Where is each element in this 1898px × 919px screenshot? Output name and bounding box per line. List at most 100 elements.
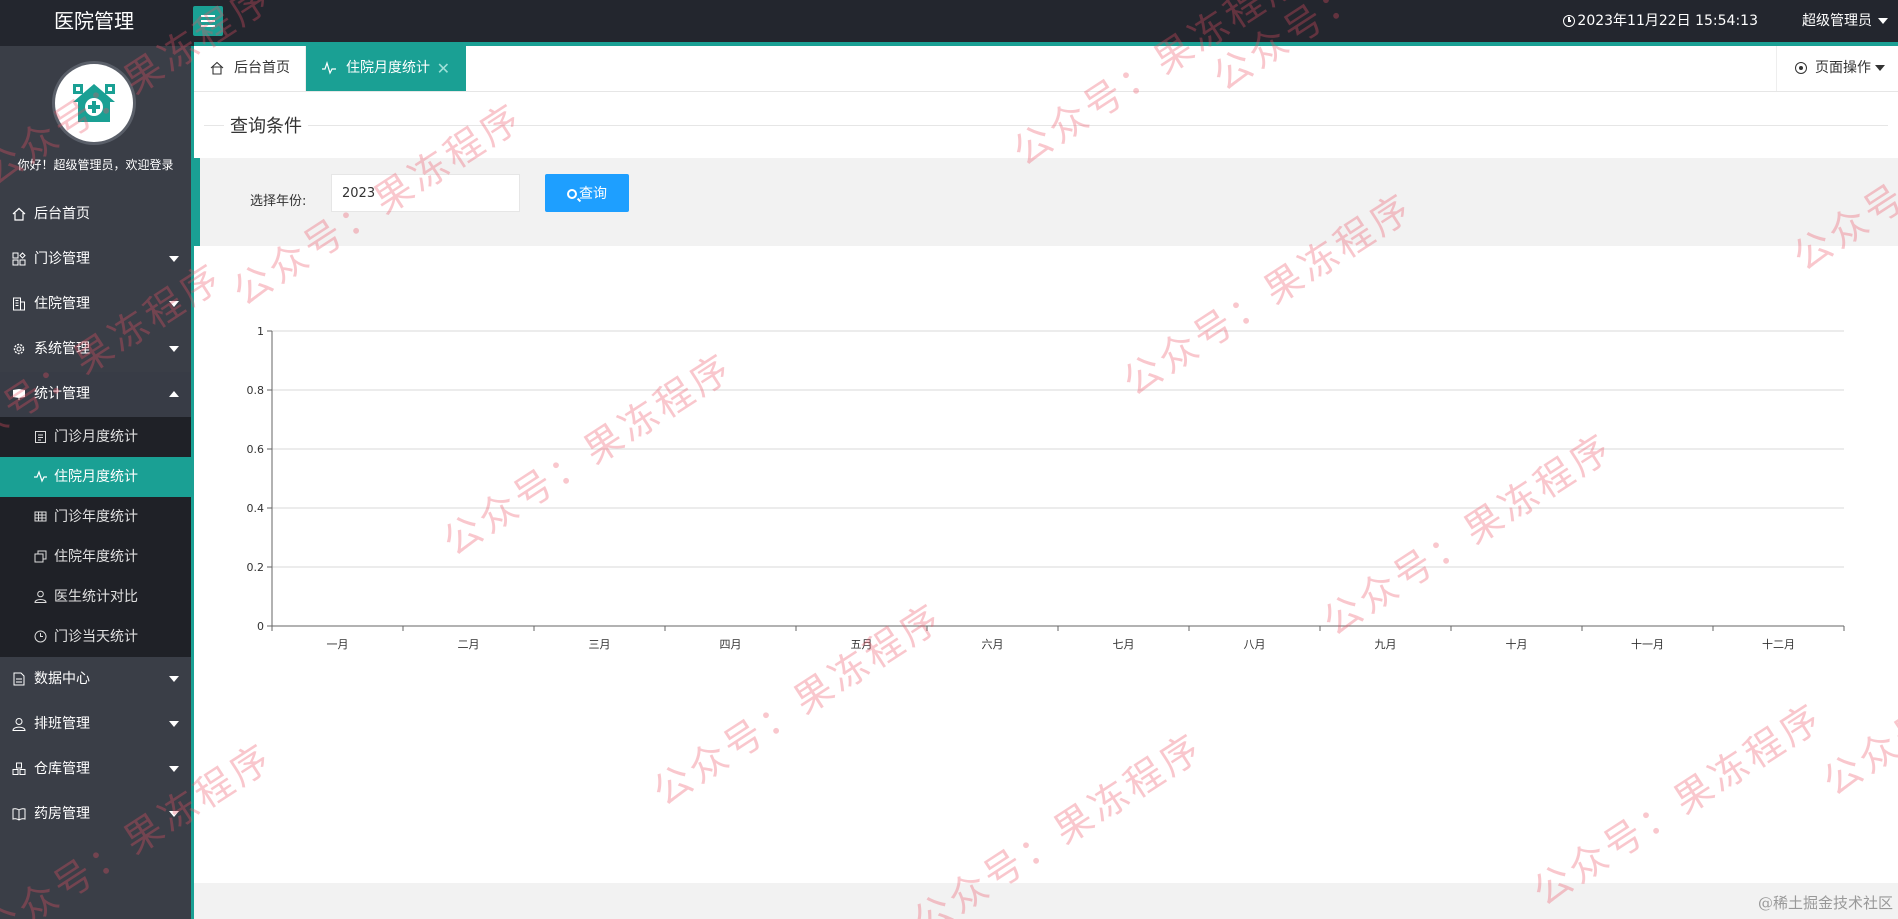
- x-tick-label: 六月: [982, 638, 1004, 651]
- x-tick-label: 八月: [1244, 638, 1266, 651]
- x-tick-label: 十一月: [1631, 637, 1664, 651]
- sidebar-item-home[interactable]: 后台首页: [0, 192, 191, 237]
- tab-inpatient-monthly[interactable]: 住院月度统计 ✕: [306, 46, 466, 91]
- clock-icon: [1563, 15, 1576, 27]
- submenu-label: 门诊月度统计: [54, 429, 138, 445]
- sidebar-item-label: 排班管理: [34, 716, 90, 732]
- sidebar-item-outpatient-yearly[interactable]: 门诊年度统计: [0, 497, 191, 537]
- sidebar-item-inpatient[interactable]: 住院管理: [0, 282, 191, 327]
- chevron-down-icon: [1875, 65, 1885, 71]
- chevron-up-icon: [169, 391, 179, 397]
- y-tick-label: 0.2: [247, 561, 265, 574]
- page-operations-menu[interactable]: 页面操作: [1776, 46, 1898, 91]
- sidebar-item-label: 系统管理: [34, 341, 90, 357]
- query-section-title: 查询条件: [224, 112, 308, 138]
- chevron-down-icon: [169, 721, 179, 727]
- x-tick-label: 十二月: [1762, 637, 1795, 651]
- sidebar-item-label: 后台首页: [34, 206, 90, 222]
- cubes-icon: [12, 762, 26, 775]
- user-icon: [34, 590, 47, 603]
- query-button[interactable]: 查询: [545, 174, 629, 212]
- chevron-down-icon: [169, 256, 179, 262]
- target-icon: [1795, 62, 1807, 74]
- pulse-icon: [34, 470, 47, 483]
- sidebar-item-outpatient[interactable]: 门诊管理: [0, 237, 191, 282]
- sidebar-item-system[interactable]: 系统管理: [0, 327, 191, 372]
- tab-bar: 后台首页 住院月度统计 ✕ 页面操作: [194, 46, 1898, 92]
- app-title: 医院管理: [54, 9, 134, 33]
- tab-home[interactable]: 后台首页: [194, 46, 306, 91]
- x-tick-label: 七月: [1113, 638, 1135, 651]
- building-icon: [13, 297, 25, 311]
- x-tick-label: 十月: [1506, 637, 1528, 651]
- welcome-text: 你好！超级管理员，欢迎登录: [17, 158, 174, 172]
- sidebar-item-data-center[interactable]: 数据中心: [0, 657, 191, 702]
- sidebar-item-statistics[interactable]: 统计管理: [0, 372, 191, 417]
- datetime-text: 2023年11月22日 15:54:13: [1577, 13, 1758, 29]
- home-icon: [12, 207, 26, 221]
- page-ops-label: 页面操作: [1815, 60, 1871, 76]
- sidebar-item-doctor-compare[interactable]: 医生统计对比: [0, 577, 191, 617]
- top-bar: 医院管理 2023年11月22日 15:54:13 超级管理员: [0, 0, 1898, 46]
- sidebar-item-label: 统计管理: [34, 386, 90, 402]
- clipboard-icon: [35, 431, 46, 443]
- chevron-down-icon: [169, 346, 179, 352]
- pulse-icon: [322, 61, 336, 75]
- user-menu[interactable]: 超级管理员: [1802, 0, 1888, 42]
- book-icon: [13, 389, 25, 400]
- submenu-label: 住院月度统计: [54, 469, 138, 485]
- footer-strip: [194, 883, 1898, 919]
- open-book-icon: [12, 808, 26, 821]
- chart-container: 0 0.2 0.4 0.6 0.8 1 一月 二月 三月 四月 五月 六月 七月 八月 九月 十月 十一月 十二月: [194, 246, 1898, 883]
- file-icon: [13, 672, 25, 686]
- avatar: [55, 64, 133, 142]
- year-label: 选择年份:: [250, 194, 307, 209]
- x-tick-label: 二月: [458, 638, 480, 651]
- sidebar-item-warehouse[interactable]: 仓库管理: [0, 747, 191, 792]
- chevron-down-icon: [169, 676, 179, 682]
- chevron-down-icon: [169, 811, 179, 817]
- user-icon: [12, 718, 26, 731]
- sidebar-nav: 后台首页 门诊管理 住院管理 系统管理 统计管理 门诊月度统计 住院月度统计 门…: [0, 192, 191, 837]
- y-tick-label: 1: [257, 325, 264, 338]
- user-label: 超级管理员: [1802, 13, 1872, 29]
- monthly-inpatient-chart: 0 0.2 0.4 0.6 0.8 1 一月 二月 三月 四月 五月 六月 七月 八月 九月 十月 十一月 十二月: [247, 325, 1845, 651]
- x-tick-label: 四月: [720, 638, 742, 651]
- sidebar-item-outpatient-today[interactable]: 门诊当天统计: [0, 617, 191, 657]
- query-button-label: 查询: [579, 186, 607, 202]
- y-tick-label: 0.8: [247, 384, 265, 397]
- grid-icon: [12, 252, 26, 266]
- submenu-label: 门诊当天统计: [54, 629, 138, 645]
- main-content: 查询条件 选择年份: 查询 0 0.2 0.4 0.6 0.8 1 一月 二月 三月 四月 五月 六月…: [194, 92, 1898, 919]
- credit-text: @稀土掘金技术社区: [1757, 894, 1893, 912]
- submenu-label: 门诊年度统计: [54, 509, 138, 525]
- sidebar-item-label: 门诊管理: [34, 251, 90, 267]
- sidebar-item-pharmacy[interactable]: 药房管理: [0, 792, 191, 837]
- gear-icon: [13, 343, 25, 355]
- x-tick-label: 九月: [1375, 638, 1397, 651]
- hospital-logo-icon: [73, 84, 115, 122]
- chevron-down-icon: [169, 301, 179, 307]
- y-tick-label: 0.6: [247, 443, 265, 456]
- sidebar-item-scheduling[interactable]: 排班管理: [0, 702, 191, 747]
- year-input[interactable]: [331, 174, 520, 212]
- sidebar-item-inpatient-yearly[interactable]: 住院年度统计: [0, 537, 191, 577]
- sidebar-item-outpatient-monthly[interactable]: 门诊月度统计: [0, 417, 191, 457]
- x-tick-label: 一月: [327, 638, 349, 651]
- sidebar: 你好！超级管理员，欢迎登录 后台首页 门诊管理 住院管理 系统管理 统计管理 门…: [0, 46, 194, 919]
- menu-toggle-button[interactable]: [193, 6, 223, 36]
- search-icon: [567, 189, 577, 199]
- tab-label: 后台首页: [234, 60, 290, 76]
- y-tick-label: 0.4: [247, 502, 265, 515]
- submenu-label: 医生统计对比: [54, 589, 138, 605]
- tab-label: 住院月度统计: [346, 60, 430, 76]
- close-icon[interactable]: ✕: [437, 46, 450, 91]
- x-tick-label: 三月: [589, 638, 611, 651]
- sidebar-item-label: 数据中心: [34, 671, 90, 687]
- y-tick-label: 0: [257, 620, 264, 633]
- sidebar-item-inpatient-monthly[interactable]: 住院月度统计: [0, 457, 191, 497]
- query-panel: 选择年份: 查询: [194, 158, 1898, 246]
- copy-icon: [34, 550, 47, 563]
- sidebar-item-label: 仓库管理: [34, 761, 90, 777]
- x-tick-label: 五月: [851, 638, 873, 651]
